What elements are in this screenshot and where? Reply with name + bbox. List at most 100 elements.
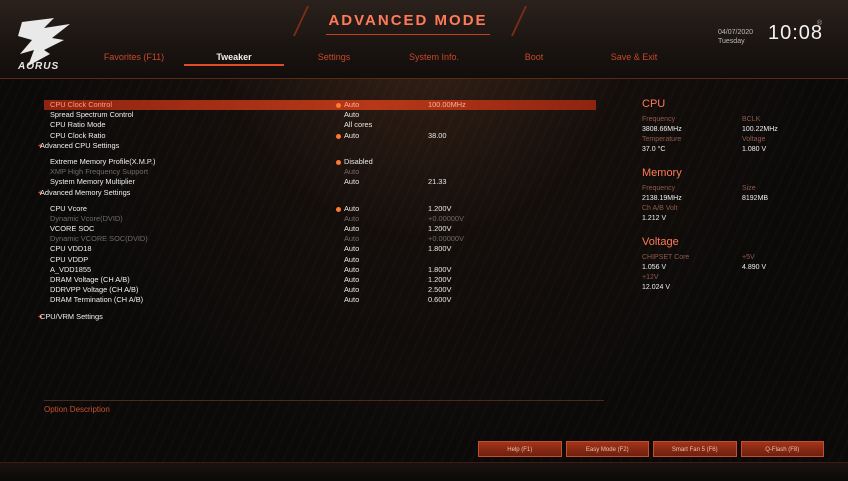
brand-logo-text: AORUS — [18, 61, 60, 72]
setting-name: CPU Ratio Mode — [50, 120, 106, 130]
bottom-bar — [0, 462, 848, 481]
setting-name: System Memory Multiplier — [50, 177, 136, 187]
setting-value: Auto — [344, 203, 360, 213]
tab-system-info[interactable]: System Info. — [384, 48, 484, 66]
memory-section-title: Memory — [642, 167, 682, 179]
setting-row[interactable]: DRAM Termination (CH A/B) Auto 0.600V — [44, 295, 596, 305]
setting-row[interactable]: CPU VDD18 Auto 1.800V — [44, 244, 596, 254]
setting-name: CPU Vcore — [50, 203, 87, 213]
submenu-row[interactable]: + Advanced CPU Settings — [38, 141, 596, 151]
cpu-bclk-value: 100.22MHz — [742, 126, 778, 133]
setting-name: XMP High Frequency Support — [50, 167, 149, 177]
setting-name: Spread Spectrum Control — [50, 110, 134, 120]
cpu-bclk-label: BCLK — [742, 116, 761, 123]
cpu-temperature-label: Temperature — [642, 136, 682, 143]
setting-name: CPU/VRM Settings — [40, 311, 103, 321]
setting-value: Disabled — [344, 156, 373, 166]
submenu-row[interactable]: + CPU/VRM Settings — [38, 312, 596, 322]
tab-save-exit[interactable]: Save & Exit — [584, 48, 684, 66]
setting-name: DDRVPP Voltage (CH A/B) — [50, 285, 139, 295]
setting-row[interactable]: CPU Clock Control Auto 100.00MHz — [44, 100, 596, 111]
tab-boot[interactable]: Boot — [484, 48, 584, 66]
clock-settings-icon[interactable]: ® — [817, 20, 822, 27]
setting-name: Advanced CPU Settings — [40, 140, 120, 150]
setting-name: Dynamic VCORE SOC(DVID) — [50, 234, 148, 244]
setting-row[interactable]: A_VDD1855 Auto 1.800V — [44, 265, 596, 275]
setting-row[interactable]: CPU Vcore Auto 1.200V — [44, 204, 596, 214]
setting-current-value: 21.33 — [428, 177, 447, 187]
setting-value: Auto — [344, 234, 360, 244]
setting-current-value: 38.00 — [428, 130, 447, 140]
setting-value: Auto — [344, 254, 360, 264]
setting-value: Auto — [344, 213, 360, 223]
setting-current-value: 2.500V — [428, 285, 452, 295]
plus12v-label: +12V — [642, 274, 659, 281]
setting-row[interactable]: CPU Clock Ratio Auto 38.00 — [44, 131, 596, 141]
setting-row[interactable]: CPU Ratio Mode All cores — [44, 120, 596, 130]
setting-row: Dynamic Vcore(DVID) Auto +0.00000V — [44, 214, 596, 224]
setting-row[interactable]: DDRVPP Voltage (CH A/B) Auto 2.500V — [44, 285, 596, 295]
setting-row[interactable]: DRAM Voltage (CH A/B) Auto 1.200V — [44, 275, 596, 285]
help-f1-button[interactable]: Help (F1) — [478, 441, 562, 457]
tab-favorites-f11[interactable]: Favorites (F11) — [84, 48, 184, 66]
changed-indicator-icon — [336, 206, 341, 212]
submenu-row[interactable]: + Advanced Memory Settings — [38, 188, 596, 198]
setting-current-value: 1.800V — [428, 244, 452, 254]
tab-settings[interactable]: Settings — [284, 48, 384, 66]
setting-value: Auto — [344, 295, 360, 305]
smart-fan-5-f6-button[interactable]: Smart Fan 5 (F6) — [653, 441, 737, 457]
setting-name: Dynamic Vcore(DVID) — [50, 213, 123, 223]
setting-name: DRAM Voltage (CH A/B) — [50, 275, 130, 284]
setting-name: VCORE SOC — [50, 224, 95, 234]
setting-name: CPU Clock Control — [50, 100, 113, 109]
setting-row: XMP High Frequency Support Auto — [44, 167, 596, 177]
plus12v-value: 12.024 V — [642, 284, 671, 291]
q-flash-f8-button[interactable]: Q-Flash (F8) — [740, 441, 824, 457]
setting-row[interactable]: Spread Spectrum Control Auto — [44, 110, 596, 120]
tab-tweaker[interactable]: Tweaker — [184, 48, 284, 66]
memory-size-label: Size — [742, 185, 756, 192]
setting-current-value: 1.200V — [428, 275, 452, 284]
changed-indicator-icon — [336, 103, 341, 108]
setting-current-value: 100.00MHz — [428, 100, 466, 109]
setting-row[interactable]: Extreme Memory Profile(X.M.P.) Disabled — [44, 157, 596, 167]
setting-row: Dynamic VCORE SOC(DVID) Auto +0.00000V — [44, 234, 596, 244]
setting-current-value: 1.200V — [428, 203, 452, 213]
cpu-frequency-label: Frequency — [642, 116, 676, 123]
setting-name: A_VDD1855 — [50, 264, 92, 274]
date-display: 04/07/2020 Tuesday — [718, 28, 753, 46]
setting-row[interactable]: VCORE SOC Auto 1.200V — [44, 224, 596, 234]
setting-row[interactable]: System Memory Multiplier Auto 21.33 — [44, 177, 596, 187]
easy-mode-f2-button[interactable]: Easy Mode (F2) — [565, 441, 649, 457]
clock-time: 10:08 — [768, 22, 824, 44]
setting-name: Extreme Memory Profile(X.M.P.) — [50, 156, 156, 166]
chipset-core-label: CHIPSET Core — [642, 254, 690, 261]
cpu-stats: Frequency BCLK 3808.66MHz 100.22MHz Temp… — [642, 116, 832, 153]
setting-current-value: +0.00000V — [428, 234, 464, 244]
chipset-core-value: 1.056 V — [642, 264, 667, 271]
setting-name: DRAM Termination (CH A/B) — [50, 295, 144, 305]
setting-name: CPU VDD18 — [50, 244, 92, 254]
cpu-frequency-value: 3808.66MHz — [642, 126, 682, 133]
footer-buttons: Help (F1) Easy Mode (F2) Smart Fan 5 (F6) Q… — [478, 441, 824, 457]
memory-frequency-label: Frequency — [642, 185, 676, 192]
cpu-voltage-label: Voltage — [742, 136, 766, 143]
setting-value: Auto — [344, 167, 360, 177]
memory-stats: Frequency Size 2138.19MHz 8192MB Ch A/B … — [642, 185, 832, 222]
setting-current-value: 1.800V — [428, 264, 452, 274]
setting-row[interactable]: CPU VDDP Auto — [44, 255, 596, 265]
memory-volt-label: Ch A/B Volt — [642, 205, 678, 212]
changed-indicator-icon — [336, 159, 341, 165]
setting-current-value: +0.00000V — [428, 213, 464, 223]
setting-name: CPU Clock Ratio — [50, 130, 106, 140]
setting-current-value: 0.600V — [428, 295, 452, 305]
header-bar: AORUS ADVANCED MODE Favorites (F11) Tweak… — [0, 0, 848, 79]
plus5v-label: +5V — [742, 254, 755, 261]
voltage-stats: CHIPSET Core +5V 1.056 V 4.890 V +12V 12… — [642, 254, 832, 291]
setting-value: Auto — [344, 177, 360, 187]
setting-value: Auto — [344, 285, 360, 295]
option-description: Option Description — [44, 400, 604, 414]
